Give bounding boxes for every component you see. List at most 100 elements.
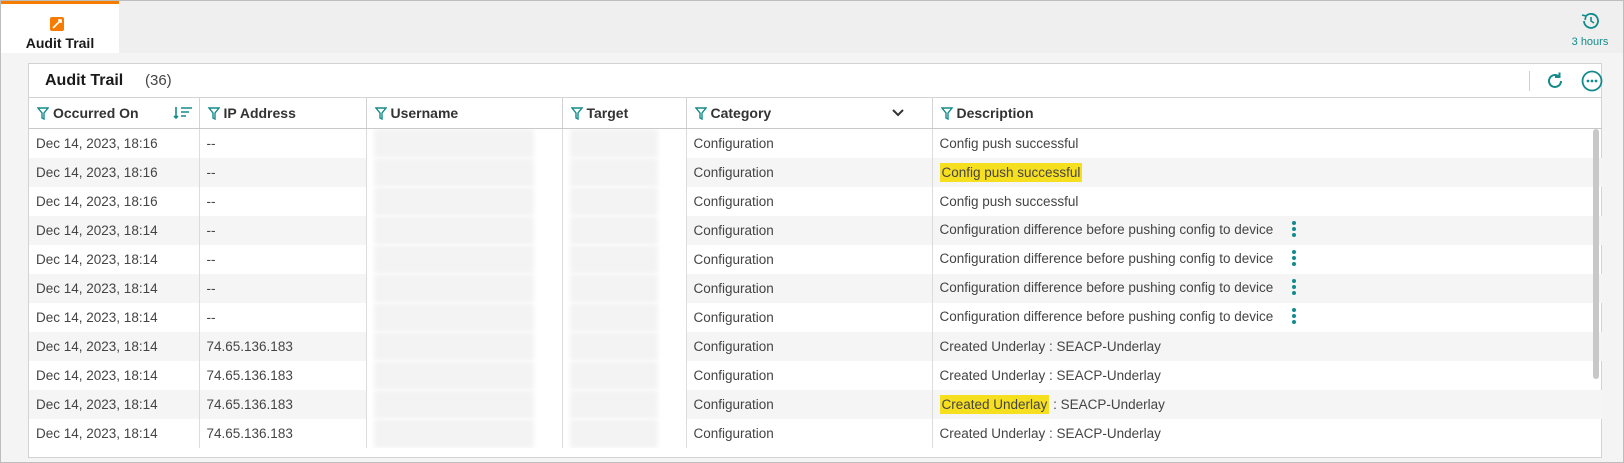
- username-cell: [366, 216, 563, 245]
- category-cell: Configuration: [686, 303, 933, 332]
- redacted-target: [569, 303, 658, 332]
- description-cell: Created Underlay : SEACP-Underlay: [932, 361, 1602, 390]
- description-cell: Configuration difference before pushing …: [932, 303, 1602, 332]
- occurred-on-cell: Dec 14, 2023, 18:14: [29, 303, 200, 332]
- occurred-on-cell: Dec 14, 2023, 18:16: [29, 187, 200, 216]
- redacted-username: [373, 419, 534, 448]
- record-count: (36): [145, 72, 172, 89]
- category-cell: Configuration: [686, 390, 933, 419]
- occurred-on-cell: Dec 14, 2023, 18:14: [29, 390, 200, 419]
- target-cell: [562, 274, 687, 303]
- description-cell: Configuration difference before pushing …: [932, 216, 1602, 245]
- username-cell: [366, 187, 563, 216]
- occurred-on-cell: Dec 14, 2023, 18:14: [29, 419, 200, 448]
- category-cell: Configuration: [686, 419, 933, 448]
- chevron-down-icon[interactable]: [891, 109, 904, 117]
- username-cell: [366, 158, 563, 187]
- username-cell: [366, 332, 563, 361]
- occurred-on-cell: Dec 14, 2023, 18:14: [29, 216, 200, 245]
- description-cell: Config push successful: [932, 187, 1602, 216]
- header-divider: [1529, 71, 1530, 91]
- ip-address-cell: --: [199, 187, 367, 216]
- filter-icon[interactable]: [37, 107, 49, 120]
- description-text: Created Underlay : SEACP-Underlay: [939, 339, 1161, 354]
- target-cell: [562, 303, 687, 332]
- ip-address-cell: --: [199, 274, 367, 303]
- more-horizontal-icon: [1581, 70, 1603, 92]
- description-text: Config push successful: [939, 136, 1079, 151]
- redacted-target: [569, 216, 658, 245]
- description-cell: Created Underlay : SEACP-Underlay: [932, 419, 1602, 448]
- column-header-occurred-on[interactable]: Occurred On: [29, 98, 200, 129]
- row-actions-icon[interactable]: [1291, 249, 1297, 270]
- redacted-username: [373, 361, 534, 390]
- category-cell: Configuration: [686, 158, 933, 187]
- target-cell: [562, 187, 687, 216]
- row-actions-icon[interactable]: [1291, 220, 1297, 241]
- occurred-on-cell: Dec 14, 2023, 18:16: [29, 128, 200, 158]
- redacted-target: [569, 158, 658, 187]
- search-highlight: Created Underlay: [939, 395, 1050, 414]
- username-cell: [366, 419, 563, 448]
- occurred-on-cell: Dec 14, 2023, 18:14: [29, 274, 200, 303]
- description-text: Configuration difference before pushing …: [939, 251, 1274, 267]
- redacted-target: [569, 361, 658, 390]
- description-text: Config push successful: [939, 194, 1079, 209]
- redacted-username: [373, 390, 534, 419]
- username-cell: [366, 128, 563, 158]
- target-cell: [562, 245, 687, 274]
- redacted-username: [373, 187, 534, 216]
- sort-descending-icon[interactable]: [172, 106, 193, 120]
- redacted-username: [373, 158, 534, 187]
- table-row[interactable]: Dec 14, 2023, 18:14 74.65.136.183 Configur…: [29, 332, 1602, 361]
- table-row[interactable]: Dec 14, 2023, 18:14 74.65.136.183 Configur…: [29, 390, 1602, 419]
- more-options-button[interactable]: [1580, 69, 1604, 93]
- table-row[interactable]: Dec 14, 2023, 18:16 -- Configuration Config…: [29, 158, 1602, 187]
- app-frame: Audit Trail 3 hours Audit Trail (36) Occ…: [0, 0, 1624, 463]
- row-actions-icon[interactable]: [1291, 278, 1297, 299]
- row-actions-icon[interactable]: [1291, 307, 1297, 328]
- refresh-button[interactable]: [1544, 70, 1566, 92]
- table-row[interactable]: Dec 14, 2023, 18:14 74.65.136.183 Configur…: [29, 361, 1602, 390]
- table-row[interactable]: Dec 14, 2023, 18:16 -- Configuration Config…: [29, 187, 1602, 216]
- redacted-username: [373, 216, 534, 245]
- category-cell: Configuration: [686, 361, 933, 390]
- ip-address-cell: 74.65.136.183: [199, 419, 367, 448]
- table-row[interactable]: Dec 14, 2023, 18:14 -- Configuration Config…: [29, 216, 1602, 245]
- target-cell: [562, 361, 687, 390]
- filter-icon[interactable]: [694, 107, 707, 120]
- description-cell: Configuration difference before pushing …: [932, 245, 1602, 274]
- target-cell: [562, 128, 687, 158]
- table-row[interactable]: Dec 14, 2023, 18:16 -- Configuration Config…: [29, 128, 1602, 158]
- vertical-scrollbar[interactable]: [1593, 129, 1599, 379]
- column-header-username[interactable]: Username: [366, 98, 563, 129]
- column-header-description[interactable]: Description: [932, 98, 1602, 129]
- table-row[interactable]: Dec 14, 2023, 18:14 -- Configuration Config…: [29, 245, 1602, 274]
- description-text: : SEACP-Underlay: [1049, 397, 1165, 412]
- time-range-selector[interactable]: 3 hours: [1565, 11, 1615, 48]
- column-header-category[interactable]: Category: [686, 98, 933, 129]
- description-cell: Configuration difference before pushing …: [932, 274, 1602, 303]
- description-text: Created Underlay : SEACP-Underlay: [939, 426, 1161, 441]
- column-header-ip-address[interactable]: IP Address: [199, 98, 367, 129]
- filter-icon[interactable]: [207, 107, 220, 120]
- target-cell: [562, 390, 687, 419]
- redacted-username: [373, 245, 534, 274]
- filter-icon[interactable]: [570, 107, 583, 120]
- table-row[interactable]: Dec 14, 2023, 18:14 -- Configuration Config…: [29, 274, 1602, 303]
- filter-icon[interactable]: [374, 107, 387, 120]
- table-row[interactable]: Dec 14, 2023, 18:14 -- Configuration Config…: [29, 303, 1602, 332]
- redacted-target: [569, 245, 658, 274]
- target-cell: [562, 332, 687, 361]
- filter-icon[interactable]: [940, 107, 953, 120]
- table-row[interactable]: Dec 14, 2023, 18:14 74.65.136.183 Configur…: [29, 419, 1602, 448]
- redacted-target: [569, 187, 658, 216]
- category-cell: Configuration: [686, 332, 933, 361]
- description-cell: Config push successful: [932, 158, 1602, 187]
- category-cell: Configuration: [686, 216, 933, 245]
- username-cell: [366, 390, 563, 419]
- tab-audit-trail[interactable]: Audit Trail: [1, 1, 119, 53]
- column-header-target[interactable]: Target: [562, 98, 687, 129]
- description-cell: Created Underlay : SEACP-Underlay: [932, 390, 1602, 419]
- target-cell: [562, 419, 687, 448]
